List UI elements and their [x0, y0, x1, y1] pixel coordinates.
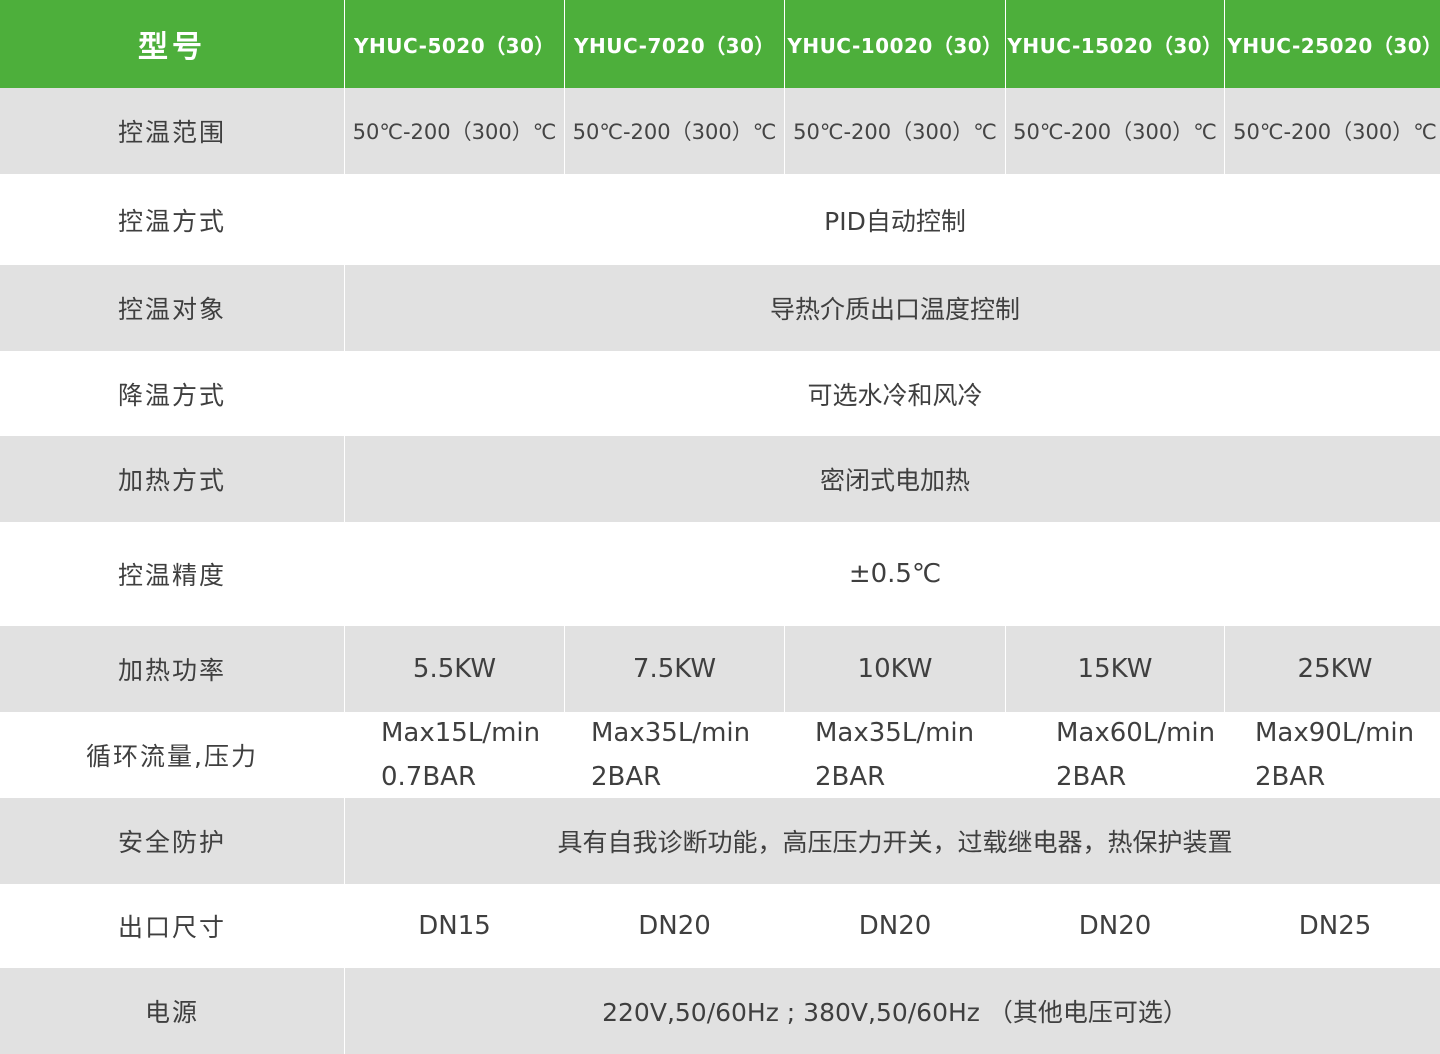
heating-power-cell: 25KW: [1225, 626, 1440, 712]
temp-range-cell: 50℃-200（300）℃: [345, 88, 564, 174]
pressure-value: 2BAR: [815, 762, 886, 792]
flow-pressure-cell: Max15L/min 0.7BAR: [345, 712, 564, 798]
row-label-control-mode: 控温方式: [0, 174, 344, 265]
row-label-safety: 安全防护: [0, 798, 344, 884]
pressure-value: 2BAR: [591, 762, 662, 792]
control-object-value: 导热介质出口温度控制: [345, 265, 1440, 351]
pressure-value: 2BAR: [1255, 762, 1326, 792]
flow-pressure-cell: Max35L/min 2BAR: [785, 712, 1005, 798]
flow-pressure-cell: Max90L/min 2BAR: [1225, 712, 1440, 798]
pressure-value: 2BAR: [1056, 762, 1127, 792]
heating-power-cell: 5.5KW: [345, 626, 564, 712]
control-mode-value: PID自动控制: [345, 174, 1440, 265]
flow-value: Max60L/min: [1056, 718, 1216, 748]
accuracy-value: ±0.5℃: [345, 522, 1440, 626]
header-model-3: YHUC-10020（30）: [785, 0, 1005, 88]
row-label-accuracy: 控温精度: [0, 522, 344, 626]
temp-range-cell: 50℃-200（300）℃: [1006, 88, 1224, 174]
header-model-5: YHUC-25020（30）: [1225, 0, 1440, 88]
heating-power-cell: 7.5KW: [565, 626, 784, 712]
flow-value: Max15L/min: [381, 718, 541, 748]
row-label-flow-pressure: 循环流量,压力: [0, 712, 344, 798]
temp-range-cell: 50℃-200（300）℃: [785, 88, 1005, 174]
pressure-value: 0.7BAR: [381, 762, 477, 792]
header-model-1: YHUC-5020（30）: [345, 0, 564, 88]
row-label-control-object: 控温对象: [0, 265, 344, 351]
row-label-power-supply: 电源: [0, 968, 344, 1054]
header-model-4: YHUC-15020（30）: [1006, 0, 1224, 88]
power-supply-value: 220V,50/60Hz ; 380V,50/60Hz （其他电压可选）: [345, 968, 1440, 1054]
temp-range-cell: 50℃-200（300）℃: [565, 88, 784, 174]
header-model-2: YHUC-7020（30）: [565, 0, 784, 88]
outlet-size-cell: DN25: [1225, 884, 1440, 968]
flow-pressure-cell: Max35L/min 2BAR: [565, 712, 784, 798]
header-model-label: 型号: [0, 0, 344, 88]
outlet-size-cell: DN20: [1006, 884, 1224, 968]
row-label-heating-power: 加热功率: [0, 626, 344, 712]
outlet-size-cell: DN20: [785, 884, 1005, 968]
cooling-mode-value: 可选水冷和风冷: [345, 351, 1440, 436]
row-label-heating-mode: 加热方式: [0, 436, 344, 522]
heating-power-cell: 15KW: [1006, 626, 1224, 712]
heating-mode-value: 密闭式电加热: [345, 436, 1440, 522]
temp-range-cell: 50℃-200（300）℃: [1225, 88, 1440, 174]
flow-value: Max35L/min: [591, 718, 751, 748]
safety-value: 具有自我诊断功能，高压压力开关，过载继电器，热保护装置: [345, 798, 1440, 884]
outlet-size-cell: DN20: [565, 884, 784, 968]
row-label-cooling-mode: 降温方式: [0, 351, 344, 436]
flow-pressure-cell: Max60L/min 2BAR: [1006, 712, 1224, 798]
row-label-temp-range: 控温范围: [0, 88, 344, 174]
spec-table: 型号 YHUC-5020（30） YHUC-7020（30） YHUC-1002…: [0, 0, 1440, 1054]
flow-value: Max35L/min: [815, 718, 975, 748]
row-label-outlet-size: 出口尺寸: [0, 884, 344, 968]
flow-value: Max90L/min: [1255, 718, 1415, 748]
heating-power-cell: 10KW: [785, 626, 1005, 712]
outlet-size-cell: DN15: [345, 884, 564, 968]
